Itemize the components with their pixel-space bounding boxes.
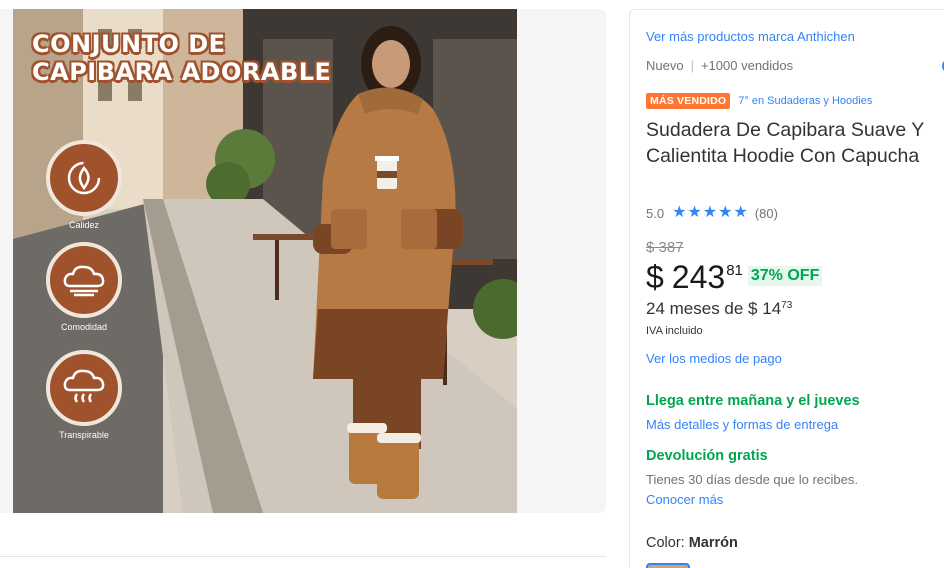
rating-value: 5.0 (646, 205, 665, 221)
returns-learn-more-link[interactable]: Conocer más (646, 492, 723, 507)
original-price: $ 387 (646, 239, 684, 256)
warmth-fire-icon (46, 140, 122, 216)
star-icon: ★ (702, 204, 718, 221)
category-rank-link[interactable]: 7° en Sudaderas y Hoodies (738, 95, 872, 107)
comfort-cloud-icon (46, 242, 122, 318)
tax-note: IVA incluido (646, 325, 703, 337)
installments-text: 24 meses de $ 14 (646, 299, 782, 318)
star-icon: ★ (718, 204, 733, 221)
feature-label-breathable: Transpirable (59, 430, 109, 440)
breathable-cloud-icon (46, 350, 122, 426)
condition-row: Nuevo | +1000 vendidos (646, 58, 793, 73)
feature-label-comfort: Comodidad (60, 322, 108, 332)
condition-text: Nuevo (646, 58, 684, 73)
feature-comfort: Comodidad (44, 242, 124, 332)
bestseller-row: MÁS VENDIDO 7° en Sudaderas y Hoodies (646, 93, 872, 109)
star-icon: ★ (687, 204, 702, 221)
discount-badge: 37% OFF (747, 266, 823, 286)
banner-line-1: CONJUNTO DE (32, 30, 226, 58)
star-icon: ★ (733, 204, 748, 221)
feature-warmth: Calidez (44, 140, 124, 230)
installments-info: 24 meses de $ 1473 (646, 299, 792, 319)
returns-description: Tienes 30 días desde que lo recibes. (646, 472, 858, 487)
product-info-panel: Ver más productos marca Anthichen Nuevo |… (629, 9, 944, 568)
price-row: $ 243 81 37% OFF (646, 258, 823, 296)
price-integer: 243 (671, 259, 726, 295)
feature-label-warmth: Calidez (68, 220, 99, 230)
sold-count: +1000 vendidos (700, 58, 794, 73)
color-selector-label: Color: Marrón (646, 535, 738, 551)
color-value: Marrón (688, 535, 738, 551)
color-label: Color: (646, 535, 685, 551)
price-cents: 81 (726, 262, 743, 279)
star-icon: ★ (672, 204, 687, 221)
rating-row[interactable]: 5.0 ★ ★ ★ ★ ★ (80) (646, 205, 778, 221)
delivery-estimate: Llega entre mañana y el jueves (646, 393, 860, 409)
product-title: Sudadera De Capibara Suave Y Calientita … (646, 119, 924, 167)
condition-separator: | (690, 58, 694, 73)
rating-stars: ★ ★ ★ ★ ★ (672, 205, 749, 221)
delivery-details-link[interactable]: Más detalles y formas de entrega (646, 417, 838, 432)
payment-methods-link[interactable]: Ver los medios de pago (646, 351, 782, 366)
price-currency: $ (646, 259, 664, 295)
free-returns: Devolución gratis (646, 448, 768, 464)
brand-link[interactable]: Ver más productos marca Anthichen (646, 29, 855, 44)
installments-cents: 73 (781, 300, 793, 311)
feature-breathable: Transpirable (44, 350, 124, 440)
color-swatch-brown[interactable] (646, 563, 690, 568)
image-banner: CONJUNTO DE CAPIBARA ADORABLE (32, 30, 331, 86)
banner-line-2: CAPIBARA ADORABLE (32, 58, 332, 86)
bestseller-badge: MÁS VENDIDO (646, 93, 731, 109)
rating-count: (80) (754, 205, 778, 221)
gallery-divider (0, 556, 606, 557)
